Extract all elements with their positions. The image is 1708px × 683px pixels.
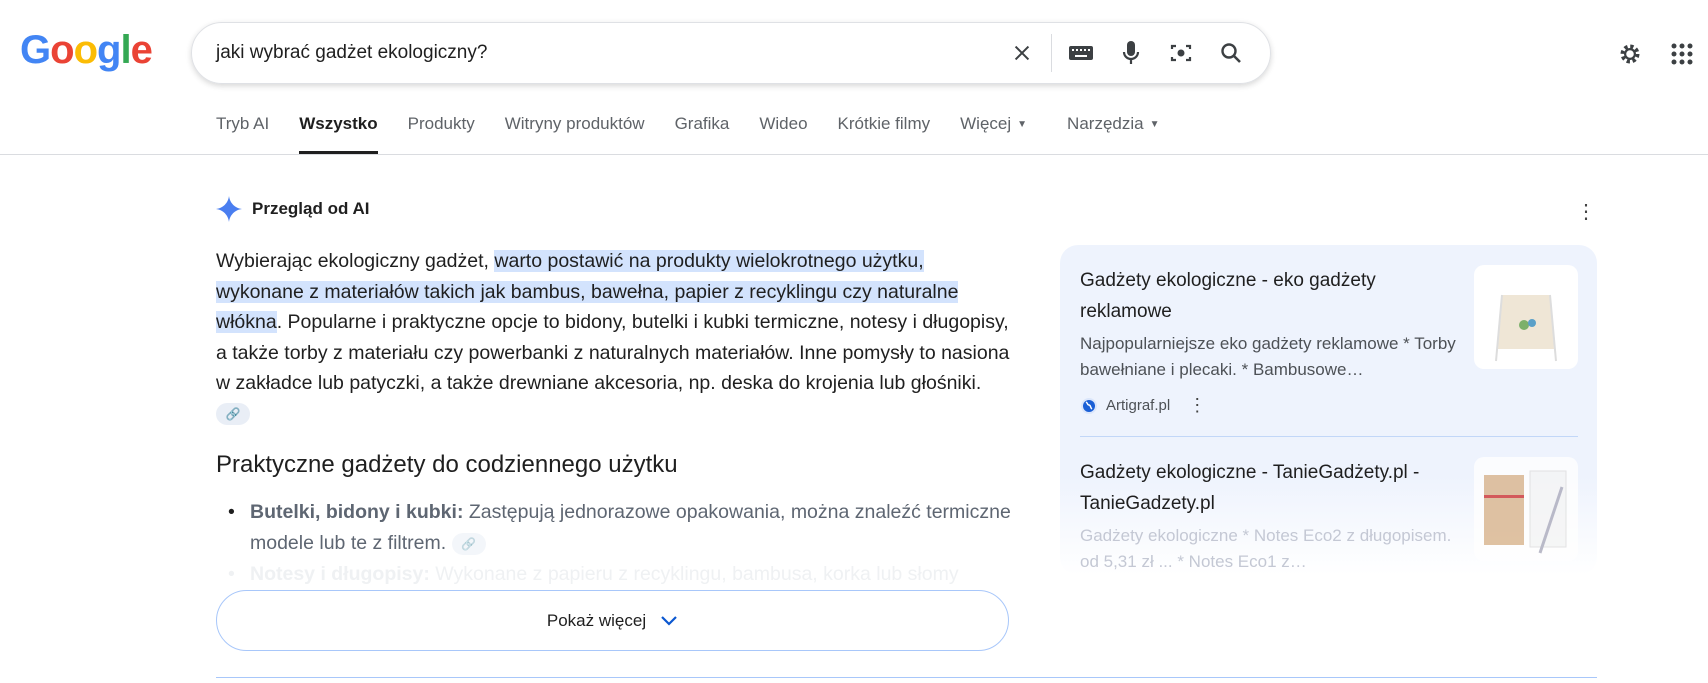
source-thumbnail-notes[interactable]	[1474, 457, 1578, 561]
site-name: Artigraf.pl	[1106, 397, 1171, 414]
globe-icon	[1081, 397, 1097, 414]
source-divider	[1080, 436, 1578, 437]
tab-wiecej[interactable]: Więcej ▼	[960, 114, 1027, 154]
lens-camera-icon[interactable]	[1156, 33, 1206, 73]
search-box[interactable]: jaki wybrać gadżet ekologiczny?	[191, 22, 1271, 84]
caret-down-icon: ▼	[1149, 119, 1160, 131]
clear-icon[interactable]	[997, 33, 1047, 73]
intro-text-rest: . Popularne i praktyczne opcje to bidony…	[216, 311, 1010, 394]
caret-down-icon: ▼	[1017, 119, 1028, 131]
source-link-icon[interactable]: 🔗	[451, 532, 486, 555]
google-logo[interactable]: Google	[20, 28, 153, 73]
source-item[interactable]: Gadżety ekologiczne - eko gadżety reklam…	[1080, 265, 1470, 416]
tab-produkty[interactable]: Produkty	[408, 114, 475, 154]
search-tabs: Tryb AI Wszystko Produkty Witryny produk…	[216, 114, 1190, 154]
intro-text: Wybierając ekologiczny gadżet,	[216, 250, 495, 272]
source-title[interactable]: Gadżety ekologiczne - TanieGadżety.pl - …	[1080, 457, 1470, 519]
tab-witryny-produktow[interactable]: Witryny produktów	[505, 114, 645, 154]
section-divider	[216, 677, 1597, 678]
source-site: Artigraf.pl ⋮	[1080, 395, 1470, 416]
source-link-icon[interactable]: 🔗	[216, 403, 250, 426]
tab-wszystko[interactable]: Wszystko	[299, 114, 379, 154]
divider	[1051, 34, 1052, 72]
keyboard-icon[interactable]	[1056, 33, 1106, 73]
show-more-label: Pokaż więcej	[546, 610, 647, 630]
tab-krotkie-filmy[interactable]: Krótkie filmy	[838, 114, 931, 154]
section-heading: Praktyczne gadżety do codziennego użytku	[216, 451, 678, 478]
source-snippet: Najpopularniejsze eko gadżety reklamowe …	[1080, 334, 1456, 379]
item-title: Butelki, bidony i kubki:	[250, 501, 464, 523]
bullet-list: Butelki, bidony i kubki: Zastępują jedno…	[228, 497, 1018, 590]
item-text: Wykonane z papieru z recyklingu, bambusa…	[429, 563, 959, 585]
more-options-icon[interactable]: ⋮	[1188, 395, 1206, 416]
list-item: Butelki, bidony i kubki: Zastępują jedno…	[228, 497, 1018, 559]
chevron-down-icon	[661, 615, 677, 626]
ai-overview-text: Wybierając ekologiczny gadżet, warto pos…	[216, 246, 1016, 429]
source-title[interactable]: Gadżety ekologiczne - eko gadżety reklam…	[1080, 265, 1470, 327]
tab-label: Więcej	[960, 114, 1012, 133]
header-divider	[0, 154, 1708, 155]
search-input[interactable]: jaki wybrać gadżet ekologiczny?	[216, 42, 997, 64]
item-title: Notesy i długopisy:	[250, 563, 430, 585]
gemini-sparkle-icon	[216, 196, 242, 222]
source-snippet: Gadżety ekologiczne * Notes Eco2 z długo…	[1080, 526, 1452, 571]
list-item: Notesy i długopisy: Wykonane z papieru z…	[228, 559, 1018, 590]
more-options-icon[interactable]: ⋮	[1574, 200, 1598, 224]
ai-overview-title: Przegląd od AI	[252, 199, 370, 218]
tab-wideo[interactable]: Wideo	[759, 114, 807, 154]
tab-label: Narzędzia	[1067, 114, 1144, 133]
search-icon[interactable]	[1206, 33, 1256, 73]
tab-grafika[interactable]: Grafika	[675, 114, 730, 154]
show-more-button[interactable]: Pokaż więcej	[216, 590, 1009, 651]
sources-panel: Gadżety ekologiczne - eko gadżety reklam…	[1060, 245, 1597, 575]
source-item[interactable]: Gadżety ekologiczne - TanieGadżety.pl - …	[1080, 457, 1470, 575]
tab-tryb-ai[interactable]: Tryb AI	[216, 114, 269, 154]
settings-gear-icon[interactable]	[1604, 36, 1656, 72]
tab-narzedzia[interactable]: Narzędzia ▼	[1067, 114, 1159, 154]
microphone-icon[interactable]	[1106, 33, 1156, 73]
apps-grid-icon[interactable]	[1656, 36, 1708, 72]
ai-overview-header: Przegląd od AI	[216, 196, 369, 222]
source-thumbnail-bag[interactable]	[1474, 265, 1578, 369]
